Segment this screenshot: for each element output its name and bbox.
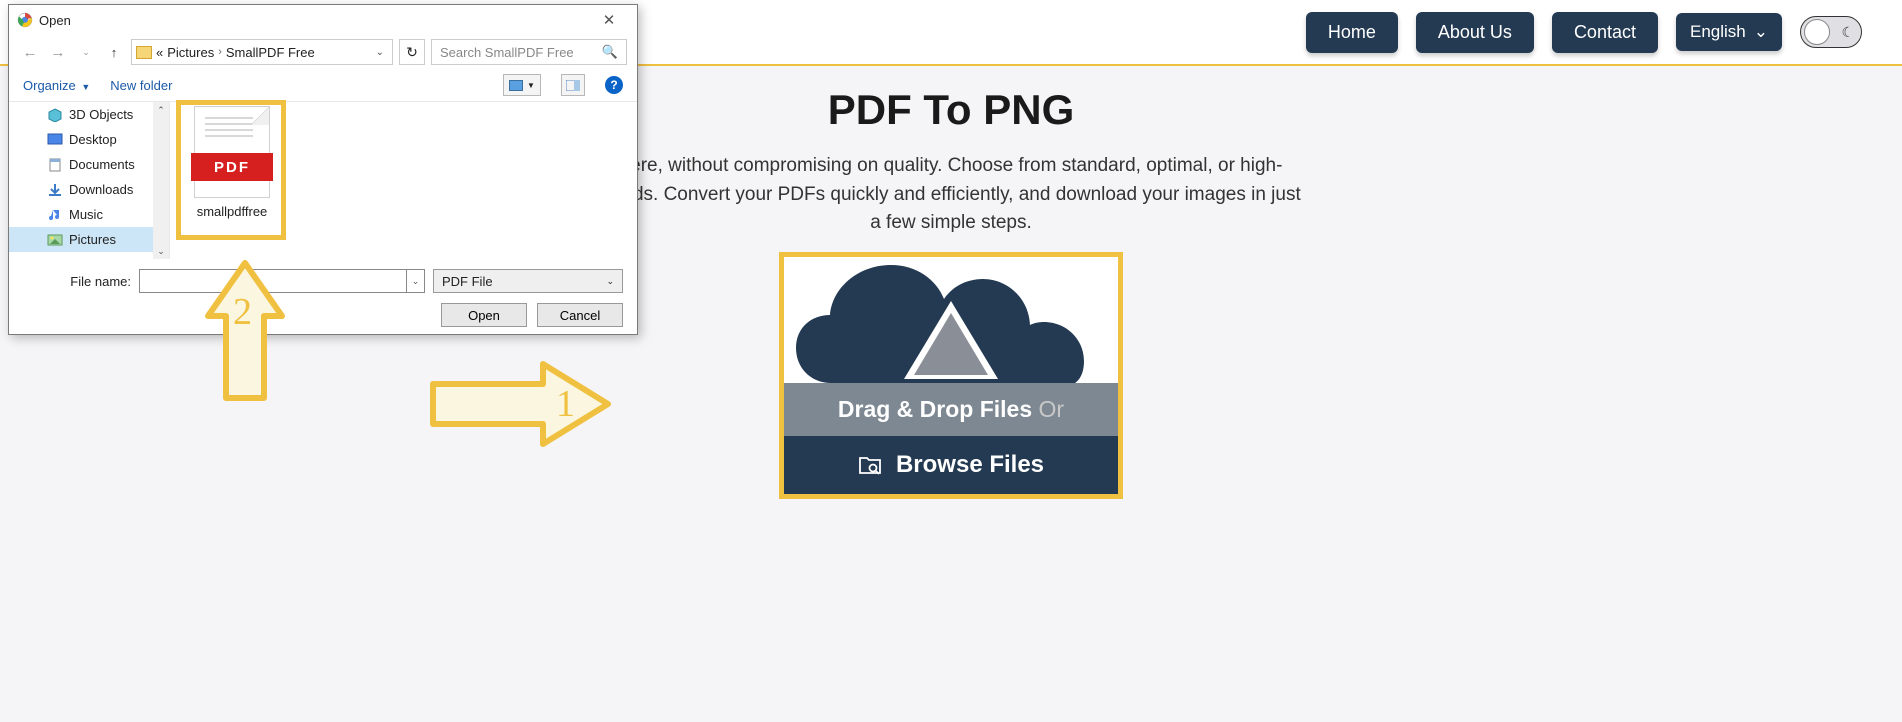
caret-down-icon: ▼ [527, 81, 535, 90]
up-button[interactable]: ↑ [103, 41, 125, 63]
tree-item-documents[interactable]: Documents [9, 152, 169, 177]
language-label: English [1690, 22, 1746, 42]
home-button[interactable]: Home [1306, 12, 1398, 53]
close-button[interactable]: ✕ [589, 11, 629, 29]
back-button[interactable]: ← [19, 41, 41, 63]
recent-dropdown[interactable]: ⌄ [75, 41, 97, 63]
file-list: PDF smallpdffree [169, 102, 637, 259]
preview-pane-button[interactable] [561, 74, 585, 96]
contact-button[interactable]: Contact [1552, 12, 1658, 53]
folder-icon [136, 46, 152, 59]
forward-button[interactable]: → [47, 41, 69, 63]
tree-item-3d-objects[interactable]: 3D Objects [9, 102, 169, 127]
folder-tree: 3D Objects Desktop Documents Downloads M… [9, 102, 169, 259]
dialog-titlebar: Open ✕ [9, 5, 637, 35]
desktop-icon [47, 133, 63, 147]
tree-item-pictures[interactable]: Pictures ⌄ [9, 227, 169, 252]
cloud-illustration [784, 257, 1118, 383]
caret-down-icon: ▼ [81, 82, 90, 92]
tree-scrollbar[interactable]: ⌃ ⌄ [153, 102, 169, 259]
picture-icon [47, 233, 63, 247]
chevron-down-icon: ⌄ [1754, 22, 1768, 42]
toggle-knob [1804, 19, 1830, 45]
tree-item-music[interactable]: Music [9, 202, 169, 227]
scroll-down-icon[interactable]: ⌄ [153, 243, 169, 259]
tree-item-downloads[interactable]: Downloads [9, 177, 169, 202]
language-select[interactable]: English ⌄ [1676, 13, 1782, 51]
chrome-icon [17, 12, 33, 28]
moon-icon: ☾ [1841, 24, 1854, 41]
filename-dropdown[interactable]: ⌄ [407, 269, 425, 293]
folder-search-icon [858, 454, 882, 476]
download-icon [47, 183, 63, 197]
view-icon [509, 80, 523, 91]
breadcrumb-dropdown[interactable]: ⌄ [372, 47, 388, 58]
music-icon [47, 208, 63, 222]
pane-icon [566, 80, 580, 91]
dialog-nav: ← → ⌄ ↑ « Pictures › SmallPDF Free ⌄ ↻ S… [9, 35, 637, 69]
tree-item-desktop[interactable]: Desktop [9, 127, 169, 152]
pdf-thumbnail: PDF [194, 106, 270, 198]
filetype-select[interactable]: PDF File ⌄ [433, 269, 623, 293]
caret-down-icon: ⌄ [606, 276, 614, 287]
filename-label: File name: [23, 274, 131, 289]
breadcrumb-current[interactable]: SmallPDF Free [226, 45, 315, 60]
cancel-button[interactable]: Cancel [537, 303, 623, 327]
search-icon: 🔍 [602, 44, 618, 60]
about-button[interactable]: About Us [1416, 12, 1534, 53]
help-button[interactable]: ? [605, 76, 623, 94]
dialog-toolbar: Organize ▼ New folder ▼ ? [9, 69, 637, 101]
refresh-button[interactable]: ↻ [399, 39, 425, 65]
view-mode-button[interactable]: ▼ [503, 74, 541, 96]
filename-input[interactable] [139, 269, 407, 293]
theme-toggle[interactable]: ☾ [1800, 16, 1862, 48]
file-open-dialog: Open ✕ ← → ⌄ ↑ « Pictures › SmallPDF Fre… [8, 4, 638, 335]
dragdrop-label: Drag & Drop Files Or [784, 383, 1118, 436]
file-item-smallpdffree[interactable]: PDF smallpdffree [182, 106, 282, 219]
new-folder-button[interactable]: New folder [110, 78, 172, 93]
browse-files-button[interactable]: Browse Files [784, 436, 1118, 494]
scroll-up-icon[interactable]: ⌃ [153, 102, 169, 118]
search-input[interactable]: Search SmallPDF Free 🔍 [431, 39, 627, 65]
organize-button[interactable]: Organize ▼ [23, 78, 90, 93]
dialog-footer: File name: ⌄ PDF File ⌄ Open Cancel [9, 259, 637, 337]
doc-icon [47, 158, 63, 172]
cube-icon [47, 108, 63, 122]
breadcrumb[interactable]: « Pictures › SmallPDF Free ⌄ [131, 39, 393, 65]
open-button[interactable]: Open [441, 303, 527, 327]
dialog-title: Open [39, 13, 589, 28]
dropzone[interactable]: Drag & Drop Files Or Browse Files [779, 252, 1123, 499]
breadcrumb-pictures[interactable]: Pictures [167, 45, 214, 60]
